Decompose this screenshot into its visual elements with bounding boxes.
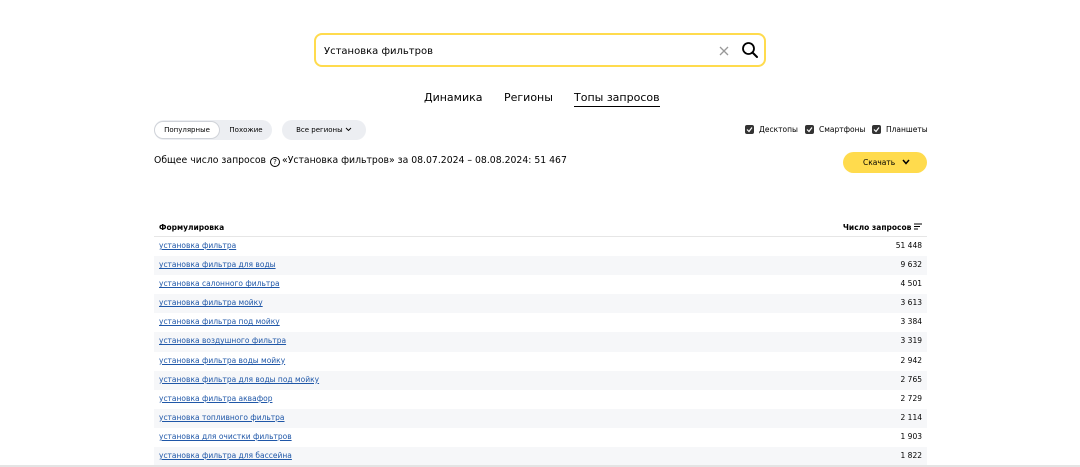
sort-icon [914,223,922,230]
tab-regions[interactable]: Регионы [504,91,553,104]
query-link[interactable]: установка фильтра для воды под мойку [159,375,319,384]
query-count: 9 632 [900,260,922,270]
query-count: 3 319 [900,336,922,346]
query-link[interactable]: установка воздушного фильтра [159,336,286,345]
checkbox-checked-icon [745,125,754,134]
tab-dynamics[interactable]: Динамика [424,91,483,104]
query-count: 2 765 [900,374,922,384]
table-row: установка фильтра воды мойку 2 942 [154,352,927,371]
total-suffix: «Установка фильтров» за 08.07.2024 – 08.… [282,155,567,166]
table-row: установка воздушного фильтра 3 319 [154,332,927,352]
search-box [314,33,766,67]
table-body: установка фильтра 51 448 установка фильтр… [154,237,927,467]
regions-label: Все регионы [296,126,343,134]
regions-dropdown[interactable]: Все регионы [282,120,366,140]
table-row: установка салонного фильтра 4 501 [154,275,927,294]
query-count: 2 729 [900,393,922,403]
table-row: установка фильтра аквафор 2 729 [154,390,927,409]
search-icon[interactable] [741,41,759,59]
chevron-down-icon [902,159,910,165]
query-count: 4 501 [900,279,922,289]
checkbox-checked-icon [872,125,881,134]
checkbox-checked-icon [805,125,814,134]
total-queries: Общее число запросов ? «Установка фильтро… [154,155,567,167]
query-count: 51 448 [895,241,922,250]
popular-toggle[interactable]: Популярные [154,121,220,139]
query-count: 1 822 [900,451,922,461]
query-link[interactable]: установка фильтра воды мойку [159,356,285,365]
checkbox-desktop[interactable]: Десктопы [745,125,798,135]
table-row: установка фильтра для бассейна 1 822 [154,447,927,467]
search-input[interactable] [324,42,704,60]
download-label: Скачать [863,158,896,167]
query-link[interactable]: установка фильтра под мойку [159,317,280,326]
column-count-label: Число запросов [842,223,912,232]
help-icon[interactable]: ? [270,157,280,167]
checkbox-desktop-label: Десктопы [759,125,798,134]
table-row: установка фильтра для воды 9 632 [154,256,927,276]
query-type-switch: Популярные Похожие [154,120,272,140]
table-header: Формулировка Число запросов [154,218,927,237]
table-row: установка для очистки фильтров 1 903 [154,428,927,447]
checkbox-smartphones[interactable]: Смартфоны [805,125,865,135]
query-link[interactable]: установка фильтра для воды [159,260,276,269]
column-query: Формулировка [159,223,225,232]
checkbox-smartphones-label: Смартфоны [819,125,866,134]
query-link[interactable]: установка фильтра для бассейна [159,451,292,460]
chevron-down-icon [345,127,352,132]
query-count: 3 613 [900,298,922,308]
table-row: установка фильтра для воды под мойку 2 76… [154,370,927,390]
query-link[interactable]: установка фильтра аквафор [159,394,272,403]
checkbox-tablets-label: Планшеты [886,125,928,134]
table-row: установка фильтра мойку 3 613 [154,294,927,314]
query-count: 2 114 [900,412,922,422]
table-row: установка топливного фильтра 2 114 [154,408,927,428]
query-count: 1 903 [900,431,922,441]
query-link[interactable]: установка салонного фильтра [159,279,280,288]
table-row: установка фильтра 51 448 [154,237,927,256]
column-count-sort[interactable]: Число запросов [843,223,922,232]
query-link[interactable]: установка фильтра [159,241,236,250]
query-link[interactable]: установка для очистки фильтров [159,432,292,441]
clear-icon[interactable] [717,43,731,57]
download-button[interactable]: Скачать [843,152,927,173]
query-count: 2 942 [900,355,922,365]
query-link[interactable]: установка топливного фильтра [159,413,285,422]
queries-table: Формулировка Число запросов установка фи… [154,218,927,467]
nav-tabs: Динамика Регионы Топы запросов [0,91,1080,111]
tab-top-queries[interactable]: Топы запросов [574,91,660,107]
checkbox-tablets[interactable]: Планшеты [872,125,928,135]
total-prefix: Общее число запросов [154,155,267,166]
query-count: 3 384 [900,317,922,327]
table-row: установка фильтра под мойку 3 384 [154,313,927,332]
query-link[interactable]: установка фильтра мойку [159,298,263,307]
similar-toggle[interactable]: Похожие [220,121,272,139]
